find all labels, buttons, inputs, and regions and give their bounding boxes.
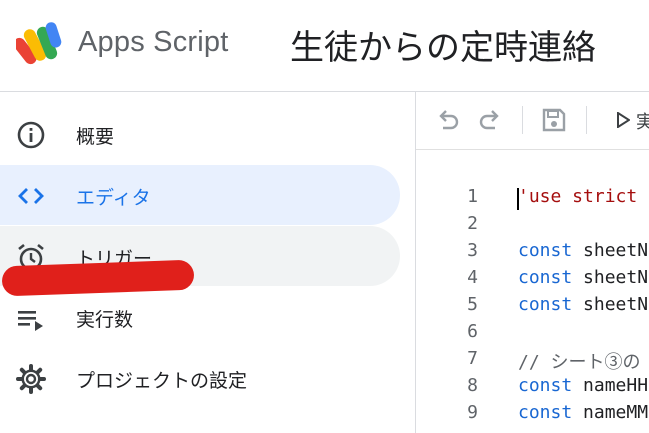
code-token: const [518,240,573,261]
sidebar-item-project-settings[interactable]: プロジェクトの設定 [0,348,400,408]
code-token: sheetN [572,294,649,315]
sidebar-item-label: 概要 [76,126,115,148]
code-token: // シート③の [518,352,641,373]
line-number: 8 [467,375,478,396]
toolbar-separator [586,106,587,134]
editor-toolbar: 実 [416,92,649,150]
code-text: // シート③の [518,348,641,374]
code-editor[interactable]: 1'use strict 2 3 const sheetN 4 const sheetN 5… [416,150,649,433]
code-token: const [518,402,573,423]
toolbar-separator [522,106,523,134]
code-line[interactable]: 7 // シート③の [416,348,649,375]
line-number: 5 [467,294,478,315]
code-text: 'use strict [518,186,637,207]
sidebar-item-label: プロジェクトの設定 [76,370,248,392]
sidebar-item-editor[interactable]: エディタ [0,165,400,225]
line-number: 3 [467,240,478,261]
run-icon [617,112,630,128]
code-text: const sheetN [518,294,648,315]
code-icon [18,188,44,204]
playlist-play-icon [18,311,43,331]
line-number: 6 [467,321,478,342]
undo-icon[interactable] [434,106,462,134]
line-number: 9 [467,402,478,423]
code-line[interactable]: 8 const nameHH [416,375,649,402]
code-token: const [518,267,573,288]
sidebar-item-executions[interactable]: 実行数 [0,287,400,347]
run-button[interactable]: 実 [612,106,649,134]
code-token: 'use strict [518,186,638,207]
line-number: 7 [467,348,478,369]
code-token: const [518,294,573,315]
run-button-label: 実 [636,112,649,133]
gear-icon [16,364,46,394]
line-number: 4 [467,267,478,288]
sidebar-item-overview[interactable]: 概要 [0,104,400,164]
code-token: sheetN [572,267,649,288]
code-line[interactable]: 3 const sheetN [416,240,649,267]
sidebar-item-label: 実行数 [76,309,134,331]
code-line[interactable]: 1 'use strict [416,186,649,213]
apps-script-logo-icon[interactable] [16,22,66,66]
code-line[interactable]: 6 [416,321,649,348]
app-name[interactable]: Apps Script [78,26,229,59]
code-line[interactable]: 5 const sheetN [416,294,649,321]
code-token: nameHH [572,375,649,396]
code-text: const nameMM [518,402,648,423]
code-text: const sheetN [518,240,648,261]
redo-icon[interactable] [476,106,504,134]
code-text: const sheetN [518,267,648,288]
top-app-bar: Apps Script 生徒からの定時連絡 [0,0,649,90]
save-icon[interactable] [540,106,568,134]
line-number: 1 [467,186,478,207]
code-line[interactable]: 4 const sheetN [416,267,649,294]
code-line[interactable]: 9 const nameMM [416,402,649,429]
info-icon [17,121,45,149]
line-number: 2 [467,213,478,234]
project-title[interactable]: 生徒からの定時連絡 [290,20,596,69]
code-token: const [518,375,573,396]
code-token: sheetN [572,240,649,261]
code-token: nameMM [572,402,649,423]
sidebar-nav: 概要 エディタ トリガー 実行数 プロジェクトの設定 [0,92,415,433]
text-cursor [517,188,519,210]
sidebar-item-label: エディタ [76,187,151,209]
code-text: const nameHH [518,375,648,396]
code-line[interactable]: 2 [416,213,649,240]
